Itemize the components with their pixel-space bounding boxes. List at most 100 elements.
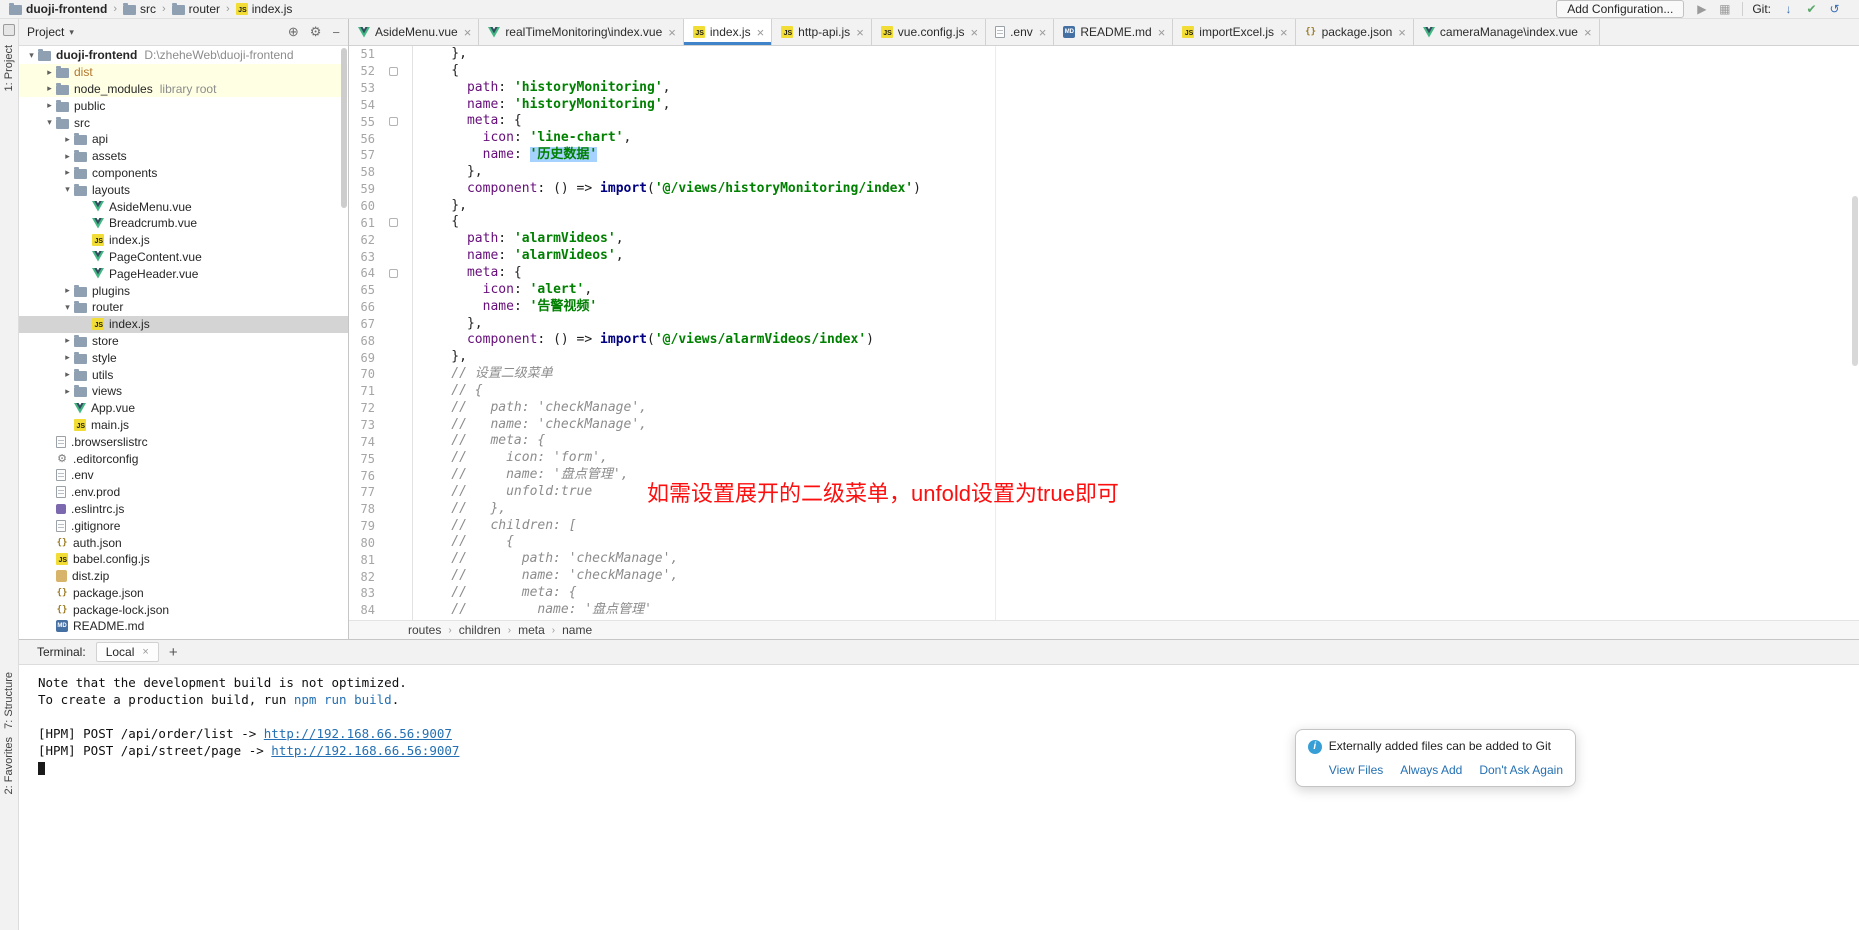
project-scrollbar[interactable] — [341, 48, 347, 208]
code-line[interactable]: { — [412, 63, 1859, 80]
project-panel-title[interactable]: Project — [27, 25, 64, 39]
tree-item[interactable]: ▸dist — [19, 64, 348, 81]
notification-action[interactable]: View Files — [1329, 762, 1383, 779]
editor-tab[interactable]: {}package.json× — [1296, 19, 1414, 45]
tree-item[interactable]: App.vue — [19, 400, 348, 417]
fold-marker-icon[interactable] — [375, 269, 412, 278]
chevron-right-icon[interactable]: ▸ — [43, 100, 56, 111]
hide-icon[interactable]: − — [332, 25, 340, 40]
code-line[interactable]: // name: 'checkManage', — [412, 568, 1859, 585]
project-tool-window-icon[interactable] — [3, 24, 15, 36]
close-icon[interactable]: × — [856, 26, 864, 39]
chevron-down-icon[interactable]: ▾ — [69, 27, 74, 38]
code-line[interactable]: path: 'alarmVideos', — [412, 231, 1859, 248]
code-line[interactable]: meta: { — [412, 265, 1859, 282]
close-icon[interactable]: × — [970, 26, 978, 39]
tree-item[interactable]: JSbabel.config.js — [19, 551, 348, 568]
tree-item[interactable]: ▸node_moduleslibrary root — [19, 81, 348, 98]
tree-item[interactable]: ▾duoji-frontendD:\zheheWeb\duoji-fronten… — [19, 47, 348, 64]
tree-item[interactable]: .env.prod — [19, 484, 348, 501]
editor-tab[interactable]: .env× — [986, 19, 1054, 45]
terminal-output[interactable]: Note that the development build is not o… — [19, 665, 1859, 930]
tool-stripe-structure[interactable]: 7: Structure — [3, 672, 15, 729]
breadcrumb-item[interactable]: routes — [408, 623, 441, 637]
close-icon[interactable]: × — [464, 26, 472, 39]
tree-item[interactable]: ▸components — [19, 165, 348, 182]
tree-item[interactable]: PageContent.vue — [19, 249, 348, 266]
editor-tab[interactable]: JSvue.config.js× — [872, 19, 986, 45]
commit-icon[interactable]: ✔ — [1803, 2, 1820, 16]
code-line[interactable]: // children: [ — [412, 518, 1859, 535]
code-line[interactable]: meta: { — [412, 113, 1859, 130]
terminal-tab-local[interactable]: Local × — [96, 642, 159, 662]
settings-icon[interactable]: ⚙ — [310, 24, 322, 40]
tree-item[interactable]: ▸utils — [19, 366, 348, 383]
code-line[interactable]: // { — [412, 383, 1859, 400]
code-line[interactable]: }, — [412, 198, 1859, 215]
tree-item[interactable]: Breadcrumb.vue — [19, 215, 348, 232]
chevron-right-icon[interactable]: ▸ — [61, 285, 74, 296]
run-icon[interactable]: ▶ — [1693, 2, 1710, 16]
revert-icon[interactable]: ↺ — [1826, 2, 1843, 16]
tree-item[interactable]: .gitignore — [19, 517, 348, 534]
breadcrumb-item[interactable]: meta — [518, 623, 545, 637]
close-icon[interactable]: × — [142, 647, 148, 658]
chevron-down-icon[interactable]: ▾ — [43, 117, 56, 128]
code-line[interactable]: // name: '盘点管理', — [412, 467, 1859, 484]
close-icon[interactable]: × — [1039, 26, 1047, 39]
close-icon[interactable]: × — [757, 26, 765, 39]
tree-item[interactable]: {}package-lock.json — [19, 601, 348, 618]
tree-item[interactable]: JSindex.js — [19, 316, 348, 333]
terminal-link[interactable]: http://192.168.66.56:9007 — [271, 743, 459, 758]
new-terminal-button[interactable]: + — [169, 644, 178, 661]
tree-item[interactable]: AsideMenu.vue — [19, 198, 348, 215]
tree-item[interactable]: .eslintrc.js — [19, 501, 348, 518]
chevron-right-icon[interactable]: ▸ — [61, 151, 74, 162]
tree-item[interactable]: JSindex.js — [19, 232, 348, 249]
tool-stripe-project[interactable]: 1: Project — [3, 45, 15, 91]
close-icon[interactable]: × — [1280, 26, 1288, 39]
editor-tab[interactable]: realTimeMonitoring\index.vue× — [479, 19, 684, 45]
tree-item[interactable]: {}package.json — [19, 585, 348, 602]
tree-item[interactable]: {}auth.json — [19, 534, 348, 551]
code-line[interactable]: component: () => import('@/views/history… — [412, 181, 1859, 198]
code-line[interactable]: name: 'historyMonitoring', — [412, 97, 1859, 114]
code-line[interactable]: }, — [412, 46, 1859, 63]
notification-action[interactable]: Don't Ask Again — [1479, 762, 1563, 779]
code-line[interactable]: name: '告警视频' — [412, 299, 1859, 316]
chevron-right-icon[interactable]: ▸ — [61, 369, 74, 380]
code-line[interactable]: // icon: 'form', — [412, 450, 1859, 467]
code-line[interactable]: path: 'historyMonitoring', — [412, 80, 1859, 97]
code-line[interactable]: // 设置二级菜单 — [412, 366, 1859, 383]
fold-marker-icon[interactable] — [375, 117, 412, 126]
tree-item[interactable]: .browserslistrc — [19, 433, 348, 450]
chevron-right-icon[interactable]: ▸ — [61, 167, 74, 178]
tree-item[interactable]: dist.zip — [19, 568, 348, 585]
code-line[interactable]: // unfold:true — [412, 484, 1859, 501]
tree-item[interactable]: ▾src — [19, 114, 348, 131]
tree-item[interactable]: ▸style — [19, 349, 348, 366]
tool-stripe-favorites[interactable]: 2: Favorites — [3, 737, 15, 794]
code-line[interactable]: }, — [412, 164, 1859, 181]
tree-item[interactable]: ▸views — [19, 383, 348, 400]
fold-marker-icon[interactable] — [375, 218, 412, 227]
code-line[interactable]: // { — [412, 534, 1859, 551]
close-icon[interactable]: × — [1584, 26, 1592, 39]
chevron-right-icon[interactable]: ▸ — [61, 386, 74, 397]
code-line[interactable]: name: 'alarmVideos', — [412, 248, 1859, 265]
editor-tab[interactable]: JSimportExcel.js× — [1173, 19, 1295, 45]
chevron-down-icon[interactable]: ▾ — [61, 302, 74, 313]
code-line[interactable]: // path: 'checkManage', — [412, 400, 1859, 417]
tree-item[interactable]: MDREADME.md — [19, 618, 348, 635]
chevron-right-icon[interactable]: ▸ — [61, 335, 74, 346]
code-line[interactable]: // }, — [412, 501, 1859, 518]
editor-scrollbar[interactable] — [1852, 196, 1858, 366]
chevron-right-icon[interactable]: ▸ — [61, 352, 74, 363]
profiler-icon[interactable]: ▦ — [1716, 2, 1733, 16]
editor-tab[interactable]: JShttp-api.js× — [772, 19, 872, 45]
tree-item[interactable]: ▸api — [19, 131, 348, 148]
close-icon[interactable]: × — [1398, 26, 1406, 39]
code-line[interactable]: // name: '盘点管理' — [412, 602, 1859, 619]
code-line[interactable]: // path: 'checkManage', — [412, 551, 1859, 568]
code-line[interactable]: }, — [412, 349, 1859, 366]
